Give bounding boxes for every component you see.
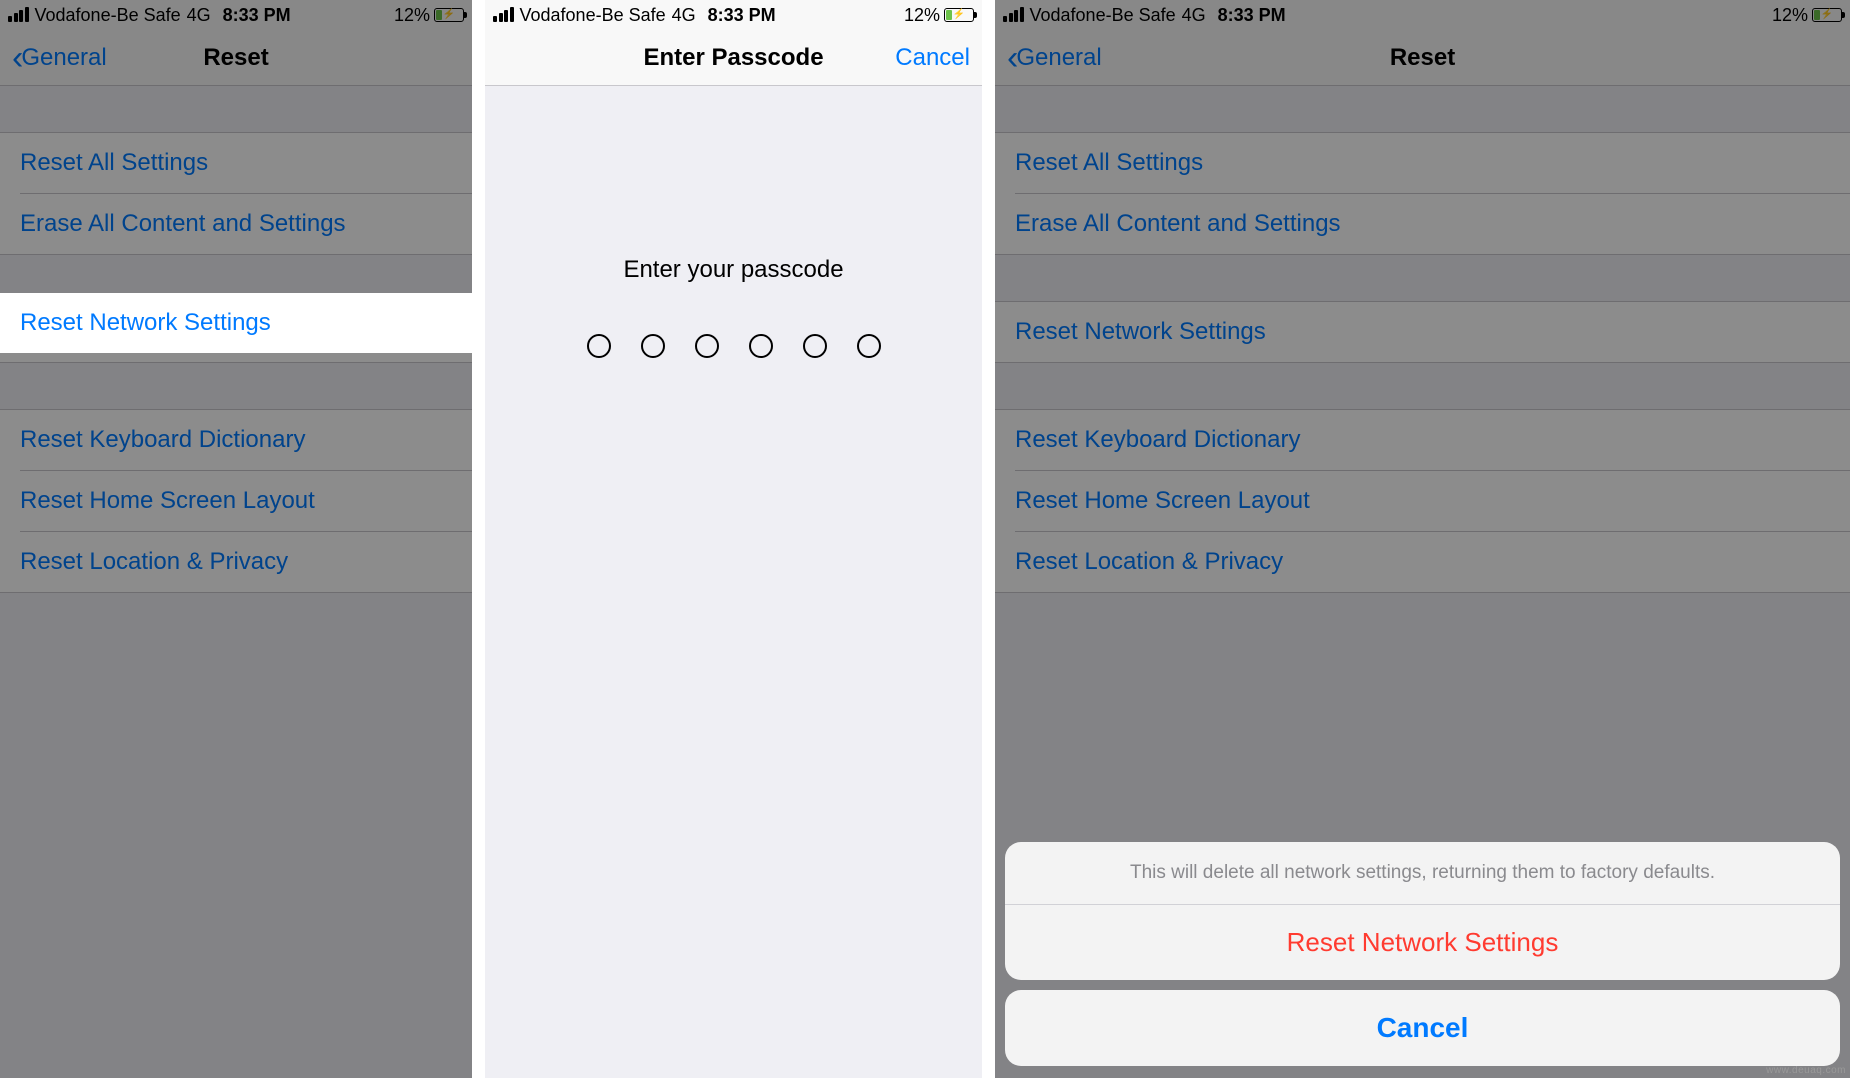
carrier-label: Vodafone-Be Safe [520,5,666,26]
passcode-dot [749,334,773,358]
passcode-dots[interactable] [587,334,881,358]
passcode-dot [695,334,719,358]
tile-reset-network-settings[interactable]: Reset Network Settings [995,302,1850,362]
sheet-confirm-button[interactable]: Reset Network Settings [1005,905,1840,980]
tile-reset-home-layout[interactable]: Reset Home Screen Layout [20,470,472,531]
page-title: Reset [203,44,268,72]
passcode-dot [587,334,611,358]
nav-bar: ‹ General Reset [995,30,1850,86]
back-button[interactable]: ‹ General [12,41,107,75]
status-bar: Vodafone-Be Safe 4G 8:33 PM 12% ⚡ [995,0,1850,30]
watermark: www.deuaq.com [1766,1065,1846,1076]
tile-reset-all-settings[interactable]: Reset All Settings [0,133,472,193]
signal-icon [8,7,29,23]
sheet-message: This will delete all network settings, r… [1005,842,1840,905]
battery-pct: 12% [904,5,940,26]
passcode-area: Enter your passcode [485,86,982,1078]
nav-bar: ‹ General Reset [0,30,472,86]
screenshot-panel-2: Vodafone-Be Safe 4G 8:33 PM 12% ⚡ Enter … [485,0,982,1078]
nav-bar: Enter Passcode Cancel [485,30,982,86]
tile-reset-keyboard-dict[interactable]: Reset Keyboard Dictionary [995,410,1850,470]
signal-icon [493,7,514,23]
time-label: 8:33 PM [1218,5,1286,26]
back-button[interactable]: ‹ General [1007,41,1102,75]
battery-icon: ⚡ [1812,8,1842,22]
passcode-dot [857,334,881,358]
action-sheet: This will delete all network settings, r… [1005,842,1840,1066]
time-label: 8:33 PM [708,5,776,26]
tile-erase-all-content[interactable]: Erase All Content and Settings [1015,193,1850,254]
back-label: General [1016,44,1101,72]
tile-reset-all-settings[interactable]: Reset All Settings [995,133,1850,193]
time-label: 8:33 PM [223,5,291,26]
battery-pct: 12% [394,5,430,26]
status-bar: Vodafone-Be Safe 4G 8:33 PM 12% ⚡ [485,0,982,30]
passcode-prompt: Enter your passcode [623,256,843,284]
sheet-cancel-button[interactable]: Cancel [1005,990,1840,1066]
network-label: 4G [187,5,211,26]
carrier-label: Vodafone-Be Safe [1030,5,1176,26]
screenshot-panel-3: Vodafone-Be Safe 4G 8:33 PM 12% ⚡ ‹ Gene… [995,0,1850,1078]
tile-reset-location-privacy[interactable]: Reset Location & Privacy [20,531,472,592]
carrier-label: Vodafone-Be Safe [35,5,181,26]
highlighted-tile-reset-network[interactable]: Reset Network Settings [0,293,472,353]
tile-reset-location-privacy[interactable]: Reset Location & Privacy [1015,531,1850,592]
battery-icon: ⚡ [944,8,974,22]
passcode-dot [803,334,827,358]
signal-icon [1003,7,1024,23]
status-bar: Vodafone-Be Safe 4G 8:33 PM 12% ⚡ [0,0,472,30]
battery-pct: 12% [1772,5,1808,26]
tile-erase-all-content[interactable]: Erase All Content and Settings [20,193,472,254]
network-label: 4G [672,5,696,26]
passcode-dot [641,334,665,358]
screenshot-panel-1: Vodafone-Be Safe 4G 8:33 PM 12% ⚡ ‹ Gene… [0,0,472,1078]
back-label: General [21,44,106,72]
page-title: Enter Passcode [643,44,823,72]
page-title: Reset [1390,44,1455,72]
network-label: 4G [1182,5,1206,26]
battery-icon: ⚡ [434,8,464,22]
cancel-button[interactable]: Cancel [895,44,970,72]
tile-reset-keyboard-dict[interactable]: Reset Keyboard Dictionary [0,410,472,470]
tile-reset-home-layout[interactable]: Reset Home Screen Layout [1015,470,1850,531]
